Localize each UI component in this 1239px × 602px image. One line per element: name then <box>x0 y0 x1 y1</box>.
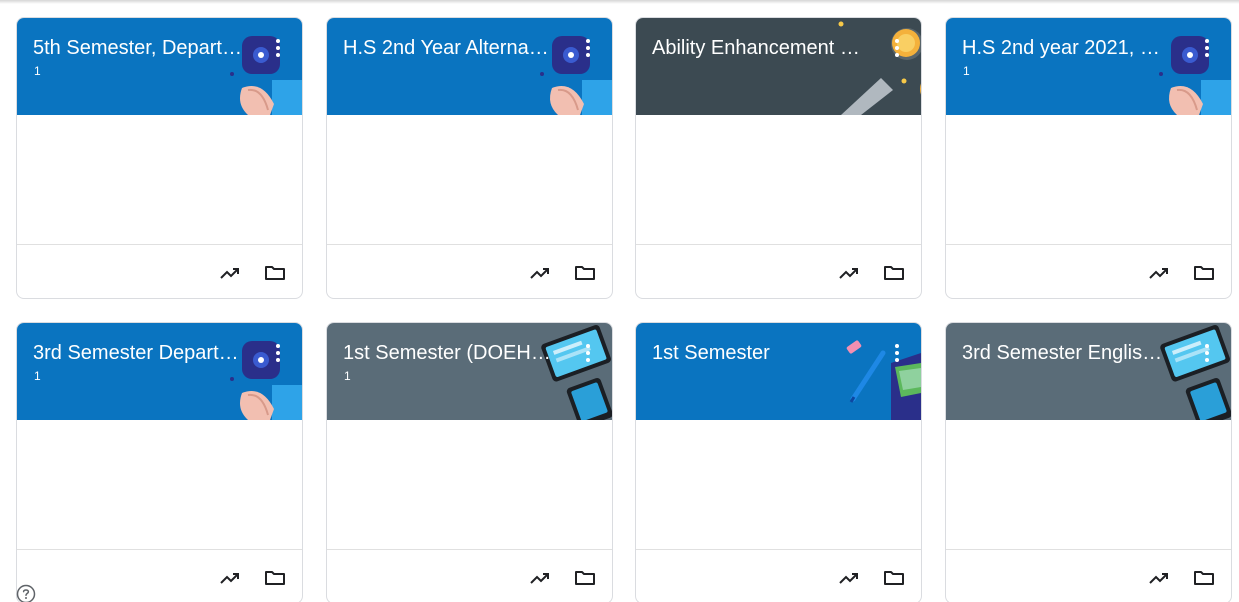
class-title[interactable]: Ability Enhancement Course <box>652 35 862 61</box>
class-card[interactable]: 1st Semester (DOEHP) English 1 <box>326 322 613 602</box>
class-card-footer <box>946 550 1231 602</box>
more-vert-icon[interactable] <box>888 341 906 365</box>
class-title[interactable]: H.S 2nd year 2021, H. S. English <box>962 35 1172 61</box>
class-title[interactable]: 3rd Semester Department of English <box>33 340 243 366</box>
class-card-footer <box>327 245 612 298</box>
class-card-footer <box>17 245 302 298</box>
more-vert-icon[interactable] <box>269 341 287 365</box>
folder-icon[interactable] <box>1192 261 1216 285</box>
class-card-header[interactable]: 1st Semester (DOEHP) English 1 <box>327 323 612 420</box>
more-vert-icon[interactable] <box>579 341 597 365</box>
help-icon[interactable] <box>16 584 36 602</box>
class-card[interactable]: 3rd Semester English Honours <box>945 322 1232 602</box>
class-card-header[interactable]: H.S 2nd Year Alternative English <box>327 18 612 115</box>
class-card-header[interactable]: 3rd Semester English Honours <box>946 323 1231 420</box>
class-section: 1 <box>963 64 970 78</box>
class-card[interactable]: 1st Semester <box>635 322 922 602</box>
folder-icon[interactable] <box>573 261 597 285</box>
trending-up-icon[interactable] <box>528 566 552 590</box>
graduation-art-icon <box>230 36 302 115</box>
class-card[interactable]: 3rd Semester Department of English 1 <box>16 322 303 602</box>
folder-icon[interactable] <box>882 566 906 590</box>
class-card-body <box>946 115 1231 245</box>
class-card-footer <box>636 550 921 602</box>
graduation-art-icon <box>540 36 612 115</box>
class-card[interactable]: 5th Semester, Department of English, MUC… <box>16 17 303 299</box>
coins-art-icon <box>838 21 921 115</box>
class-card-footer <box>17 550 302 602</box>
class-card-body <box>327 420 612 550</box>
trending-up-icon[interactable] <box>837 566 861 590</box>
class-card-body <box>636 420 921 550</box>
more-vert-icon[interactable] <box>888 36 906 60</box>
pencil-art-icon <box>846 340 921 420</box>
class-card-body <box>17 420 302 550</box>
class-title[interactable]: 1st Semester (DOEHP) English <box>343 340 553 366</box>
class-card-body <box>17 115 302 245</box>
class-card[interactable]: H.S 2nd Year Alternative English <box>326 17 613 299</box>
class-card-footer <box>946 245 1231 298</box>
class-title[interactable]: 5th Semester, Department of English, MUC <box>33 35 243 61</box>
folder-icon[interactable] <box>263 261 287 285</box>
class-section: 1 <box>34 369 41 383</box>
class-card-header[interactable]: Ability Enhancement Course <box>636 18 921 115</box>
class-card-footer <box>327 550 612 602</box>
class-card-header[interactable]: 5th Semester, Department of English, MUC… <box>17 18 302 115</box>
folder-icon[interactable] <box>263 566 287 590</box>
more-vert-icon[interactable] <box>579 36 597 60</box>
class-cards-grid: 5th Semester, Department of English, MUC… <box>16 17 1232 602</box>
top-divider <box>0 0 1239 4</box>
more-vert-icon[interactable] <box>1198 341 1216 365</box>
class-title[interactable]: 3rd Semester English Honours <box>962 340 1172 366</box>
class-title[interactable]: 1st Semester <box>652 340 862 366</box>
class-card-header[interactable]: 1st Semester <box>636 323 921 420</box>
class-card-footer <box>636 245 921 298</box>
trending-up-icon[interactable] <box>218 566 242 590</box>
class-title[interactable]: H.S 2nd Year Alternative English <box>343 35 553 61</box>
more-vert-icon[interactable] <box>269 36 287 60</box>
folder-icon[interactable] <box>1192 566 1216 590</box>
folder-icon[interactable] <box>573 566 597 590</box>
tablet-art-icon <box>541 325 612 420</box>
trending-up-icon[interactable] <box>837 261 861 285</box>
class-card-body <box>327 115 612 245</box>
class-section: 1 <box>344 369 351 383</box>
more-vert-icon[interactable] <box>1198 36 1216 60</box>
class-section: 1 <box>34 64 41 78</box>
class-card-body <box>636 115 921 245</box>
folder-icon[interactable] <box>882 261 906 285</box>
graduation-art-icon <box>1159 36 1231 115</box>
class-card-body <box>946 420 1231 550</box>
graduation-art-icon <box>230 341 302 420</box>
trending-up-icon[interactable] <box>1147 261 1171 285</box>
class-card[interactable]: Ability Enhancement Course <box>635 17 922 299</box>
class-card-header[interactable]: 3rd Semester Department of English 1 <box>17 323 302 420</box>
class-card[interactable]: H.S 2nd year 2021, H. S. English 1 <box>945 17 1232 299</box>
trending-up-icon[interactable] <box>1147 566 1171 590</box>
trending-up-icon[interactable] <box>218 261 242 285</box>
tablet-art-icon <box>1160 325 1231 420</box>
class-card-header[interactable]: H.S 2nd year 2021, H. S. English 1 <box>946 18 1231 115</box>
trending-up-icon[interactable] <box>528 261 552 285</box>
